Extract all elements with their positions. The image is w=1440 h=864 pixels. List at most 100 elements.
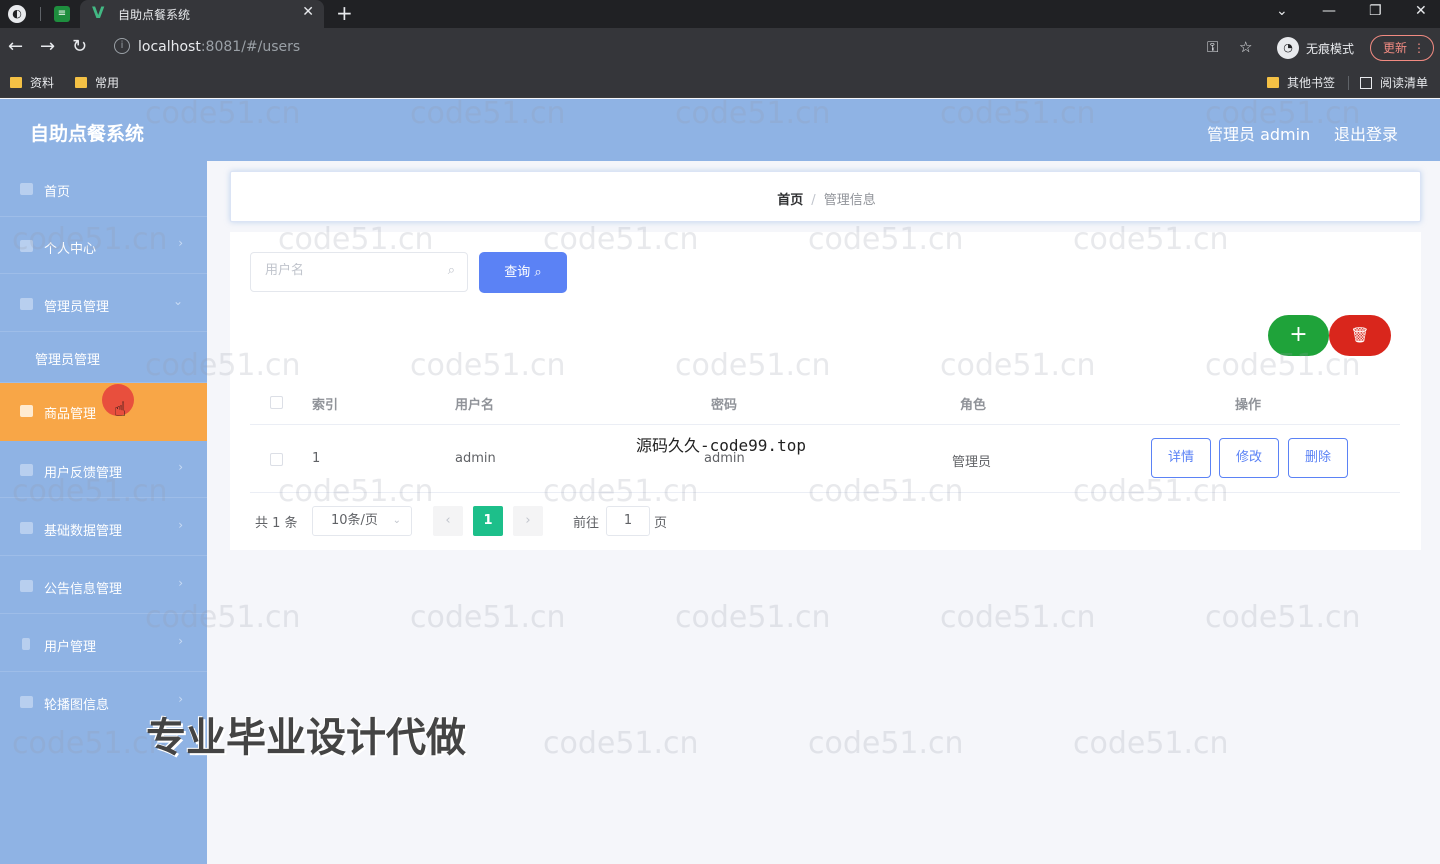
reading-list-icon	[1360, 77, 1372, 89]
back-icon[interactable]: ←	[8, 36, 23, 57]
bookmark-divider	[1348, 76, 1349, 90]
forward-icon[interactable]: →	[40, 36, 55, 57]
breadcrumb-card: 首页 / 管理信息	[230, 171, 1421, 222]
feedback-icon	[20, 464, 33, 476]
bookmark-star-icon[interactable]: ☆	[1239, 38, 1252, 56]
location-icon	[22, 638, 30, 650]
watermark: code51.cn	[543, 726, 699, 761]
update-button[interactable]: 更新 ⋮	[1370, 35, 1434, 61]
chevron-right-icon: ›	[178, 692, 183, 706]
watermark: code51.cn	[940, 600, 1096, 635]
breadcrumb-home[interactable]: 首页	[777, 193, 803, 208]
query-button[interactable]: 查询 ⌕	[479, 252, 567, 293]
table-header-divider	[250, 424, 1400, 425]
address-bar: ← → ↻ i localhost:8081/#/users ⚿ ☆ ◔ 无痕模…	[0, 28, 1440, 68]
sidebar-item-label: 管理员管理	[44, 300, 110, 315]
home-icon	[20, 183, 33, 195]
bookmark-folder-changyong[interactable]: 常用	[75, 74, 119, 91]
goto-page-input[interactable]: 1	[606, 506, 650, 536]
sidebar-item-notice-management[interactable]: 公告信息管理 ›	[0, 558, 207, 614]
prev-page-icon[interactable]: ‹	[433, 506, 463, 536]
breadcrumb-current: 管理信息	[823, 193, 876, 208]
window-close-icon[interactable]: ✕	[1415, 3, 1427, 19]
product-icon	[20, 405, 33, 417]
column-header-role: 角色	[960, 398, 987, 413]
sidebar-item-admin-management[interactable]: 管理员管理 ⌄	[0, 276, 207, 332]
batch-delete-button[interactable]: 🗑	[1329, 315, 1391, 356]
username-search-input[interactable]	[265, 263, 435, 278]
chevron-down-icon: ⌄	[392, 515, 401, 526]
column-header-username: 用户名	[455, 398, 495, 413]
cell-index: 1	[312, 451, 321, 466]
tab-search-icon[interactable]: ⌄	[1276, 3, 1288, 19]
next-page-icon[interactable]: ›	[513, 506, 543, 536]
trash-icon: 🗑	[1350, 326, 1370, 344]
sidebar-item-user-management[interactable]: 用户管理 ›	[0, 616, 207, 672]
sidebar-item-home[interactable]: 首页	[0, 161, 207, 217]
reading-list[interactable]: 阅读清单	[1360, 74, 1428, 91]
site-info-icon[interactable]: i	[114, 38, 130, 54]
cell-username: admin	[455, 451, 496, 466]
sidebar-item-feedback-management[interactable]: 用户反馈管理 ›	[0, 442, 207, 498]
username-search-field[interactable]: ⌕	[250, 252, 468, 292]
new-tab-icon[interactable]: +	[336, 1, 353, 25]
sidebar-item-base-data-management[interactable]: 基础数据管理 ›	[0, 500, 207, 556]
sidebar-item-profile[interactable]: 个人中心 ›	[0, 218, 207, 274]
notice-icon	[20, 580, 33, 592]
page-size-select[interactable]: 10条/页 ⌄	[312, 506, 412, 536]
incognito-icon: ◔	[1277, 37, 1299, 59]
logout-link[interactable]: 退出登录	[1334, 121, 1398, 145]
app-header: 自助点餐系统 管理员 admin 退出登录	[0, 99, 1440, 161]
row-checkbox[interactable]	[270, 453, 283, 466]
document-icon	[20, 298, 33, 310]
folder-icon	[1267, 77, 1279, 88]
database-icon	[20, 522, 33, 534]
chevron-right-icon: ›	[178, 634, 183, 648]
incognito-label: 无痕模式	[1306, 42, 1355, 56]
vue-favicon-icon: V	[92, 3, 105, 22]
sidebar-item-label: 公告信息管理	[44, 582, 123, 597]
detail-button[interactable]: 详情	[1151, 438, 1211, 478]
bookmark-folder-ziliao[interactable]: 资料	[10, 74, 54, 91]
password-key-icon[interactable]: ⚿	[1207, 38, 1218, 56]
url-field[interactable]: i localhost:8081/#/users	[104, 34, 1264, 62]
search-icon: ⌕	[447, 263, 455, 278]
browser-menu-icon[interactable]: ◐	[8, 5, 26, 23]
delete-button[interactable]: 删除	[1288, 438, 1348, 478]
breadcrumb: 首页 / 管理信息	[231, 189, 1422, 208]
add-button[interactable]: +	[1268, 315, 1329, 356]
breadcrumb-separator: /	[811, 193, 816, 208]
browser-tab-active[interactable]: V 自助点餐系统 ✕	[80, 0, 324, 28]
tab-divider	[40, 7, 41, 21]
bookmarks-bar: 资料 常用 其他书签 阅读清单	[0, 68, 1440, 98]
sidebar-subitem-admin-management[interactable]: 管理员管理	[0, 331, 207, 383]
watermark: code51.cn	[675, 600, 831, 635]
sidebar-item-label: 用户管理	[44, 640, 97, 655]
reload-icon[interactable]: ↻	[72, 36, 87, 57]
content-card: ⌕ 查询 ⌕ + 🗑 索引 用户名 密码 角色 操作 1 admin admin…	[230, 232, 1421, 550]
pagination-total: 共 1 条	[255, 516, 298, 531]
watermark: code51.cn	[808, 726, 964, 761]
edit-button[interactable]: 修改	[1219, 438, 1279, 478]
chevron-right-icon: ›	[178, 518, 183, 532]
current-user-label: 管理员 admin	[1207, 125, 1311, 144]
bookmark-folder-other[interactable]: 其他书签	[1267, 74, 1335, 91]
page-suffix-label: 页	[654, 516, 668, 531]
app-title: 自助点餐系统	[30, 123, 145, 145]
chevron-right-icon: ›	[178, 460, 183, 474]
watermark: code51.cn	[1205, 600, 1361, 635]
sidebar-item-label: 轮播图信息	[44, 698, 110, 713]
banner-overlay-text: 专业毕业设计代做	[146, 715, 466, 761]
kebab-menu-icon: ⋮	[1413, 41, 1425, 55]
sidebar-item-label: 首页	[44, 185, 71, 200]
tab-close-icon[interactable]: ✕	[302, 4, 314, 20]
page-number-current[interactable]: 1	[473, 506, 503, 536]
minimize-icon[interactable]: —	[1322, 3, 1336, 19]
select-all-checkbox[interactable]	[270, 396, 283, 409]
chevron-right-icon: ›	[178, 236, 183, 250]
table-row-divider	[250, 492, 1400, 493]
restore-icon[interactable]: ❐	[1369, 3, 1382, 19]
tab-title: 自助点餐系统	[118, 8, 191, 22]
column-header-password: 密码	[711, 398, 738, 413]
pinned-tab-icon[interactable]: ≡	[54, 6, 70, 22]
